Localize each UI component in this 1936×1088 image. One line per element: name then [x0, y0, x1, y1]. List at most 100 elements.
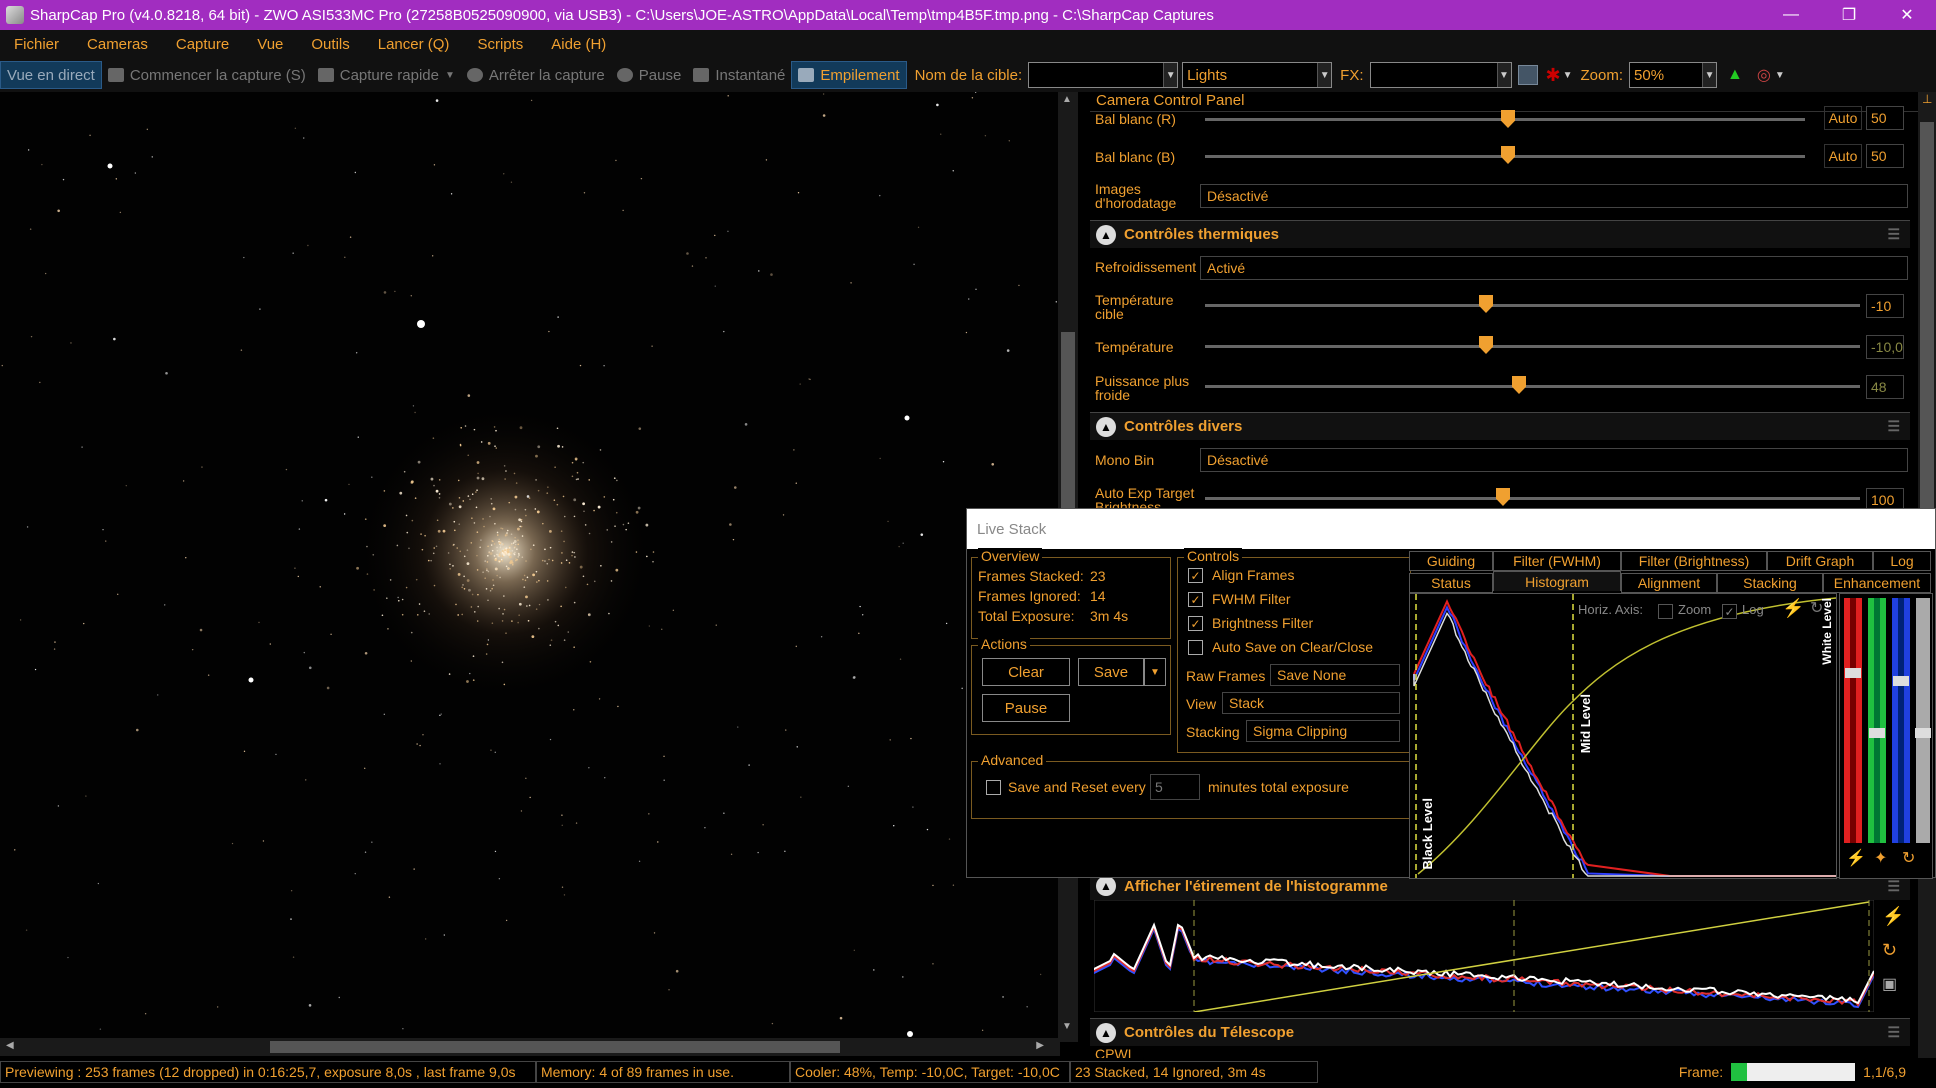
histogram-stretch-graph[interactable]	[1094, 900, 1874, 1012]
restore-button[interactable]: ❐	[1820, 0, 1878, 30]
stack-histogram-panel[interactable]: Black Level Mid Level Horiz. Axis: Zoom …	[1409, 593, 1837, 879]
histogram-icon[interactable]: ▲	[1727, 66, 1743, 84]
crosshair-icon[interactable]: ✱	[1546, 65, 1561, 86]
scroll-right-icon[interactable]: ▶	[1036, 1040, 1044, 1051]
mono-bin-select[interactable]: Désactivé	[1200, 448, 1908, 472]
hamburger-icon[interactable]: ☰	[1887, 226, 1900, 243]
hamburger-icon[interactable]: ☰	[1887, 1024, 1900, 1041]
save-icon[interactable]: ▣	[1882, 974, 1897, 994]
pause-button[interactable]: Pause	[611, 61, 688, 89]
luminance-level-bar[interactable]	[1916, 598, 1930, 843]
menu-cameras[interactable]: Cameras	[73, 36, 162, 53]
live-view-button[interactable]: Vue en direct	[0, 61, 102, 89]
telescope-section-header[interactable]: ▲ Contrôles du Télescope ☰	[1090, 1018, 1910, 1046]
wb-blue-slider-thumb[interactable]	[1501, 146, 1515, 164]
viewport-horizontal-scrollbar[interactable]: ◀ ▶	[0, 1038, 1060, 1056]
misc-section-header[interactable]: ▲ Contrôles divers ☰	[1090, 412, 1910, 440]
save-reset-checkbox[interactable]	[986, 780, 1001, 795]
tab-status[interactable]: Status	[1409, 573, 1493, 593]
auto-stretch-icon[interactable]: ⚡	[1782, 598, 1804, 619]
save-button[interactable]: Save	[1078, 658, 1144, 686]
scroll-down-icon[interactable]: ▼	[1062, 1021, 1072, 1032]
menu-fichier[interactable]: Fichier	[0, 36, 73, 53]
reticle-icon[interactable]: ◎	[1757, 65, 1771, 85]
align-frames-checkbox[interactable]: ✓	[1188, 568, 1203, 583]
chevron-up-icon[interactable]: ▲	[1096, 224, 1116, 245]
tab-alignment[interactable]: Alignment	[1621, 573, 1717, 593]
target-temp-slider-thumb[interactable]	[1479, 295, 1493, 313]
menu-aide[interactable]: Aide (H)	[537, 36, 620, 53]
stop-capture-button[interactable]: Arrêter la capture	[461, 61, 611, 89]
minimize-button[interactable]: —	[1762, 0, 1820, 30]
wb-red-value[interactable]: 50	[1866, 106, 1904, 130]
tab-stacking[interactable]: Stacking	[1717, 573, 1823, 593]
tab-drift-graph[interactable]: Drift Graph	[1767, 551, 1873, 571]
fx-settings-icon[interactable]	[1517, 65, 1538, 85]
clear-button[interactable]: Clear	[982, 658, 1070, 686]
menu-scripts[interactable]: Scripts	[463, 36, 537, 53]
brightness-filter-checkbox[interactable]: ✓	[1188, 616, 1203, 631]
stacking-select[interactable]: Sigma Clipping	[1246, 720, 1400, 742]
scroll-up-icon[interactable]: ▲	[1062, 94, 1072, 105]
target-temp-value[interactable]: -10	[1866, 294, 1904, 318]
auto-exp-slider-thumb[interactable]	[1496, 488, 1510, 506]
chevron-up-icon[interactable]: ▲	[1096, 416, 1116, 437]
save-options-dropdown[interactable]: ▼	[1144, 658, 1166, 686]
wb-red-slider-thumb[interactable]	[1501, 110, 1515, 128]
tab-filter-fwhm[interactable]: Filter (FWHM)	[1493, 551, 1621, 571]
tab-filter-brightness[interactable]: Filter (Brightness)	[1621, 551, 1767, 571]
hamburger-icon[interactable]: ☰	[1887, 418, 1900, 435]
start-capture-button[interactable]: Commencer la capture (S)	[102, 61, 312, 89]
chevron-up-icon[interactable]: ▲	[1096, 1022, 1116, 1043]
view-select[interactable]: Stack	[1222, 692, 1400, 714]
scrollbar-thumb[interactable]	[270, 1041, 840, 1053]
sparkle-icon[interactable]: ✦	[1874, 848, 1887, 868]
menu-outils[interactable]: Outils	[297, 36, 363, 53]
luminance-level-thumb[interactable]	[1915, 728, 1931, 738]
menu-vue[interactable]: Vue	[243, 36, 297, 53]
scroll-left-icon[interactable]: ◀	[6, 1040, 14, 1051]
quick-capture-button[interactable]: Capture rapide ▼	[312, 61, 461, 89]
tab-histogram[interactable]: Histogram	[1493, 571, 1621, 591]
tab-enhancement[interactable]: Enhancement	[1823, 573, 1931, 593]
close-button[interactable]: ✕	[1878, 0, 1936, 30]
reset-icon[interactable]: ↻	[1882, 940, 1897, 961]
snapshot-button[interactable]: Instantané	[687, 61, 791, 89]
red-level-thumb[interactable]	[1845, 668, 1861, 678]
auto-level-icon[interactable]: ⚡	[1846, 848, 1866, 868]
menu-lancer[interactable]: Lancer (Q)	[364, 36, 464, 53]
raw-frames-select[interactable]: Save None	[1270, 664, 1400, 686]
image-viewport[interactable]	[0, 92, 1066, 1042]
chevron-up-icon[interactable]: ▲	[1096, 876, 1116, 896]
auto-exp-slider[interactable]	[1205, 497, 1860, 500]
wb-red-auto[interactable]: Auto	[1824, 106, 1862, 130]
tab-guiding[interactable]: Guiding	[1409, 551, 1493, 571]
log-checkbox[interactable]: ✓	[1722, 604, 1737, 619]
target-name-combo[interactable]: ▼	[1028, 62, 1179, 88]
timestamp-select[interactable]: Désactivé	[1200, 184, 1908, 208]
green-level-thumb[interactable]	[1869, 728, 1885, 738]
reset-icon[interactable]: ↻	[1902, 848, 1915, 868]
zoom-checkbox[interactable]	[1658, 604, 1673, 619]
wb-blue-auto[interactable]: Auto	[1824, 144, 1862, 168]
hamburger-icon[interactable]: ☰	[1887, 878, 1900, 895]
fx-combo[interactable]: ▼	[1369, 62, 1512, 88]
target-temp-slider[interactable]	[1205, 304, 1860, 307]
frame-type-combo[interactable]: Lights ▼	[1182, 62, 1333, 88]
blue-level-thumb[interactable]	[1893, 676, 1909, 686]
menu-capture[interactable]: Capture	[162, 36, 243, 53]
stacking-button[interactable]: Empilement	[791, 61, 907, 89]
auto-stretch-icon[interactable]: ⚡	[1882, 906, 1904, 927]
zoom-combo[interactable]: 50% ▼	[1629, 62, 1718, 88]
wb-blue-value[interactable]: 50	[1866, 144, 1904, 168]
live-stack-title-bar[interactable]: Live Stack	[967, 509, 1935, 549]
scrollbar-thumb[interactable]	[1920, 122, 1934, 562]
cooling-select[interactable]: Activé	[1200, 256, 1908, 280]
minutes-stepper[interactable]: 5	[1150, 774, 1200, 800]
fwhm-filter-checkbox[interactable]: ✓	[1188, 592, 1203, 607]
pin-icon[interactable]: ⊥	[1922, 92, 1932, 106]
tab-log[interactable]: Log	[1873, 551, 1931, 571]
pause-stack-button[interactable]: Pause	[982, 694, 1070, 722]
auto-save-checkbox[interactable]	[1188, 640, 1203, 655]
thermal-section-header[interactable]: ▲ Contrôles thermiques ☰	[1090, 220, 1910, 248]
